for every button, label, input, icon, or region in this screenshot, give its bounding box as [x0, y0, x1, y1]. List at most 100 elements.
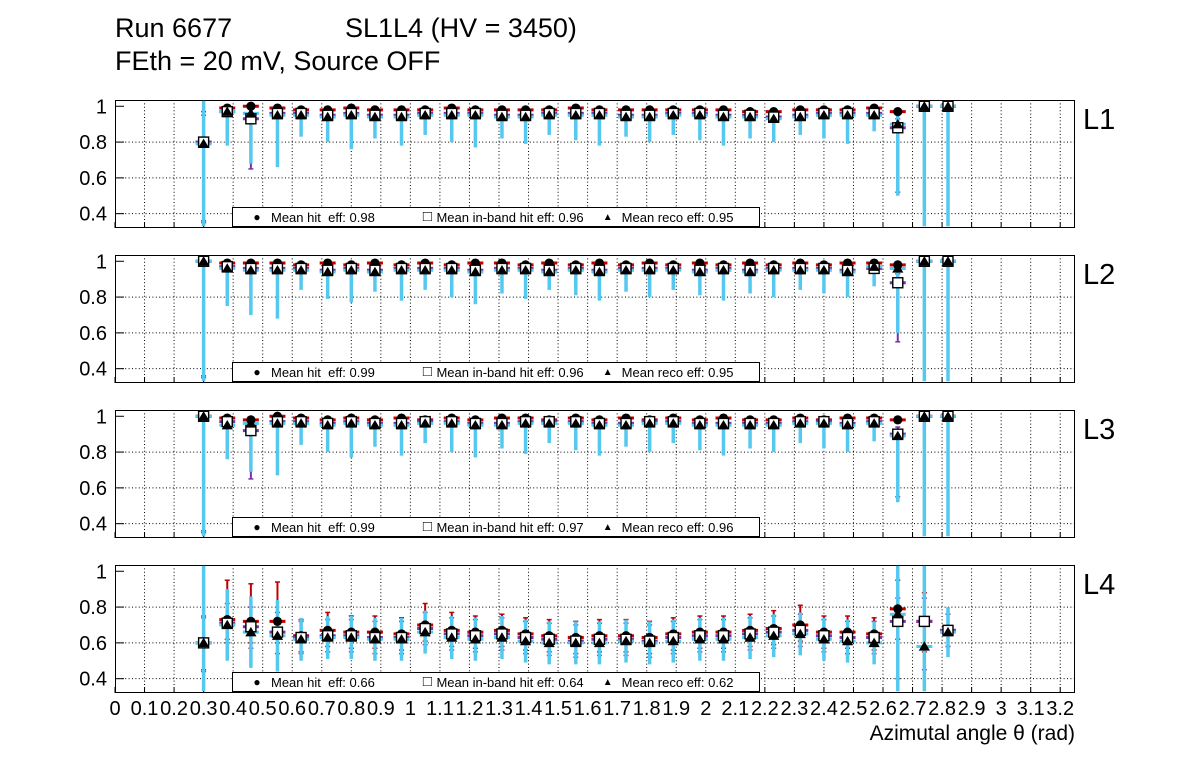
- y-axis-tick-label: 0.6: [79, 168, 107, 190]
- legend-label: Mean reco eff: 0.95: [622, 210, 734, 225]
- filled-circle-icon: ●: [243, 675, 271, 689]
- x-axis-tick-label: 0.9: [367, 698, 395, 720]
- y-axis-tick-label: 0.8: [79, 597, 107, 619]
- y-axis-tick-label: 0.4: [79, 514, 107, 536]
- x-axis-tick-label: 0.8: [337, 698, 365, 720]
- x-axis-tick-label: 2.6: [869, 698, 897, 720]
- x-axis-tick-label: 1.9: [662, 698, 690, 720]
- open-square-icon: □: [418, 365, 436, 380]
- legend-box-l1: ●Mean hit eff: 0.98□Mean in-band hit eff…: [232, 207, 760, 227]
- x-axis-tick-label: 2.2: [751, 698, 779, 720]
- legend-label: Mean hit eff: 0.99: [271, 365, 375, 380]
- legend-label: Mean reco eff: 0.96: [622, 520, 734, 535]
- x-axis-tick-label: 1.8: [633, 698, 661, 720]
- chamber-title: SL1L4 (HV = 3450): [345, 13, 577, 43]
- y-axis-tick-label: 0.4: [79, 669, 107, 691]
- y-axis-tick-labels: 1 0.8 0.6 0.4: [79, 96, 107, 225]
- x-axis-tick-label: 0.5: [249, 698, 277, 720]
- run-title: Run 6677: [115, 13, 232, 43]
- y-axis-tick-label: 0.8: [79, 442, 107, 464]
- legend-label: Mean hit eff: 0.66: [271, 675, 375, 690]
- x-axis-tick-label: 2: [700, 698, 711, 720]
- x-axis-tick-label: 2.3: [780, 698, 808, 720]
- legend-label: Mean in-band hit eff: 0.96: [436, 210, 583, 225]
- legend-box-l4: ●Mean hit eff: 0.66□Mean in-band hit eff…: [232, 672, 760, 692]
- legend-box-l2: ●Mean hit eff: 0.99□Mean in-band hit eff…: [232, 362, 760, 382]
- filled-circle-icon: ●: [243, 210, 271, 224]
- x-axis-tick-label: 0.4: [219, 698, 247, 720]
- y-axis-tick-label: 0.6: [79, 323, 107, 345]
- y-axis-tick-label: 0.6: [79, 478, 107, 500]
- y-axis-tick-label: 1: [96, 251, 107, 273]
- filled-circle-icon: ●: [243, 520, 271, 534]
- y-axis-tick-label: 0.6: [79, 633, 107, 655]
- y-axis-tick-label: 0.8: [79, 287, 107, 309]
- x-axis-tick-label: 2.4: [810, 698, 838, 720]
- legend-entry: □Mean in-band hit eff: 0.64: [408, 675, 583, 690]
- x-axis-tick-label: 1.5: [544, 698, 572, 720]
- y-axis-tick-label: 1: [96, 406, 107, 428]
- filled-triangle-icon: ▲: [594, 677, 622, 688]
- legend-entry: ▲Mean reco eff: 0.95: [584, 210, 759, 225]
- filled-triangle-icon: ▲: [594, 212, 622, 223]
- panel-label-l3: L3: [1083, 414, 1115, 447]
- x-axis-tick-label: 3.1: [1017, 698, 1045, 720]
- open-square-icon: □: [418, 210, 436, 225]
- x-axis-tick-label: 2.9: [958, 698, 986, 720]
- legend-entry: ●Mean hit eff: 0.99: [233, 520, 408, 535]
- y-axis-tick-labels: 1 0.8 0.6 0.4: [79, 561, 107, 690]
- legend-entry: ▲Mean reco eff: 0.95: [584, 365, 759, 380]
- x-axis-tick-label: 0.3: [190, 698, 218, 720]
- x-axis-tick-label: 1.7: [603, 698, 631, 720]
- y-axis-tick-label: 0.4: [79, 204, 107, 226]
- x-axis-tick-label: 3.2: [1046, 698, 1074, 720]
- legend-entry: ●Mean hit eff: 0.66: [233, 675, 408, 690]
- legend-entry: □Mean in-band hit eff: 0.96: [408, 365, 583, 380]
- filled-triangle-icon: ▲: [594, 367, 622, 378]
- panel-label-l1: L1: [1083, 104, 1115, 137]
- x-axis-title: Azimutal angle θ (rad): [870, 722, 1075, 746]
- root-canvas: Run 6677 SL1L4 (HV = 3450) FEth = 20 mV,…: [0, 0, 1196, 772]
- y-axis-tick-label: 0.4: [79, 359, 107, 381]
- x-axis-tick-label: 0: [109, 698, 120, 720]
- x-axis-tick-label: 1.1: [426, 698, 454, 720]
- x-axis-tick-label: 2.1: [721, 698, 749, 720]
- x-axis-tick-label: 1.3: [485, 698, 513, 720]
- legend-entry: ▲Mean reco eff: 0.96: [584, 520, 759, 535]
- legend-label: Mean reco eff: 0.95: [622, 365, 734, 380]
- legend-entry: □Mean in-band hit eff: 0.96: [408, 210, 583, 225]
- x-axis-tick-label: 0.7: [308, 698, 336, 720]
- legend-entry: □Mean in-band hit eff: 0.97: [408, 520, 583, 535]
- subtitle: FEth = 20 mV, Source OFF: [115, 46, 440, 76]
- open-square-icon: □: [418, 520, 436, 535]
- legend-entry: ●Mean hit eff: 0.98: [233, 210, 408, 225]
- legend-label: Mean hit eff: 0.98: [271, 210, 375, 225]
- x-axis-tick-label: 0.6: [278, 698, 306, 720]
- x-axis-tick-label: 2.7: [899, 698, 927, 720]
- x-axis-tick-label: 1.6: [574, 698, 602, 720]
- x-axis-tick-label: 0.2: [160, 698, 188, 720]
- legend-label: Mean in-band hit eff: 0.97: [436, 520, 583, 535]
- legend-label: Mean in-band hit eff: 0.64: [436, 675, 583, 690]
- x-axis-tick-label: 2.8: [928, 698, 956, 720]
- legend-entry: ●Mean hit eff: 0.99: [233, 365, 408, 380]
- legend-label: Mean reco eff: 0.62: [622, 675, 734, 690]
- x-axis-tick-label: 3: [996, 698, 1007, 720]
- filled-circle-icon: ●: [243, 365, 271, 379]
- legend-label: Mean hit eff: 0.99: [271, 520, 375, 535]
- x-axis-tick-label: 1.4: [515, 698, 543, 720]
- x-axis-tick-label: 1.2: [456, 698, 484, 720]
- open-square-icon: □: [418, 675, 436, 690]
- panel-label-l4: L4: [1083, 569, 1115, 602]
- y-axis-tick-label: 1: [96, 561, 107, 583]
- filled-triangle-icon: ▲: [594, 522, 622, 533]
- x-axis-tick-label: 1: [405, 698, 416, 720]
- legend-entry: ▲Mean reco eff: 0.62: [584, 675, 759, 690]
- legend-box-l3: ●Mean hit eff: 0.99□Mean in-band hit eff…: [232, 517, 760, 537]
- x-axis-tick-label: 2.5: [840, 698, 868, 720]
- y-axis-tick-label: 0.8: [79, 132, 107, 154]
- legend-label: Mean in-band hit eff: 0.96: [436, 365, 583, 380]
- y-axis-tick-labels: 1 0.8 0.6 0.4: [79, 251, 107, 380]
- x-axis-tick-label: 0.1: [131, 698, 159, 720]
- y-axis-tick-label: 1: [96, 96, 107, 118]
